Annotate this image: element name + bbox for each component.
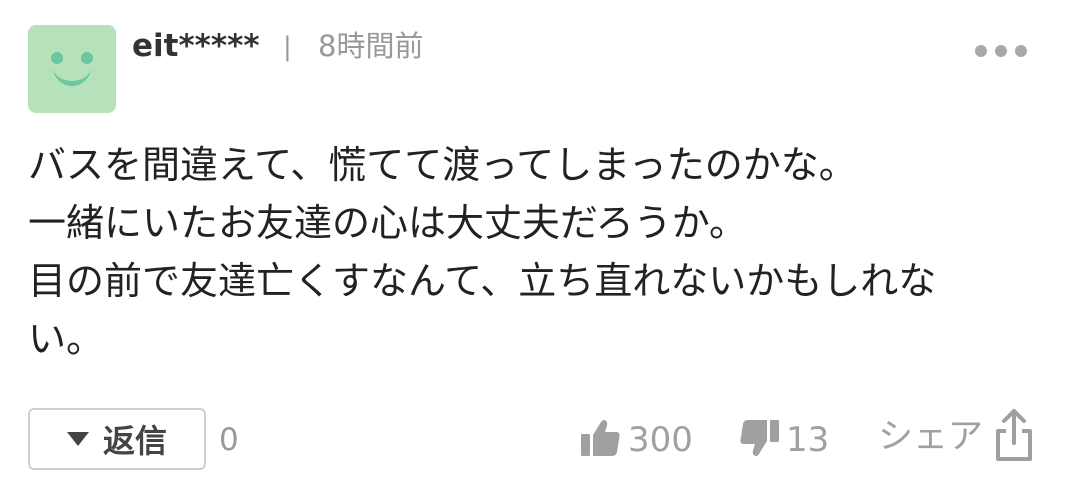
more-options-button[interactable] — [968, 36, 1034, 66]
like-count: 300 — [628, 420, 693, 460]
avatar-right-eye — [81, 52, 93, 64]
smiley-avatar-icon[interactable] — [28, 25, 116, 113]
share-label: シェア — [878, 417, 984, 457]
timestamp: 8時間前 — [318, 29, 424, 63]
meta-separator: | — [283, 32, 292, 62]
thumbs-up-icon — [580, 418, 622, 462]
share-icon — [993, 407, 1035, 467]
more-dots-icon — [975, 45, 987, 57]
comment-line: バスを間違えて、慌てて渡ってしまったのかな。 — [28, 143, 857, 187]
more-dots-icon — [995, 45, 1007, 57]
username[interactable]: eit***** — [132, 26, 260, 66]
dislike-button[interactable]: 13 — [738, 416, 829, 464]
share-button[interactable]: シェア — [878, 406, 1035, 468]
thumbs-down-icon — [738, 418, 780, 462]
reply-button[interactable]: 返信 — [28, 408, 206, 470]
avatar-left-eye — [51, 52, 63, 64]
reply-label: 返信 — [102, 422, 167, 460]
like-button[interactable]: 300 — [580, 416, 693, 464]
more-dots-icon — [1015, 45, 1027, 57]
comment-line: 一緒にいたお友達の心は大丈夫だろうか。 — [28, 201, 747, 245]
comment-line: い。 — [28, 317, 105, 361]
triangle-down-icon — [66, 432, 89, 446]
comment-body: バスを間違えて、慌てて渡ってしまったのかな。 一緒にいたお友達の心は大丈夫だろう… — [28, 136, 1038, 368]
comment-line: 目の前で友達亡くすなんて、立ち直れないかもしれな — [28, 259, 937, 303]
avatar-mouth — [53, 67, 91, 86]
reply-count: 0 — [219, 422, 239, 458]
dislike-count: 13 — [786, 420, 830, 460]
